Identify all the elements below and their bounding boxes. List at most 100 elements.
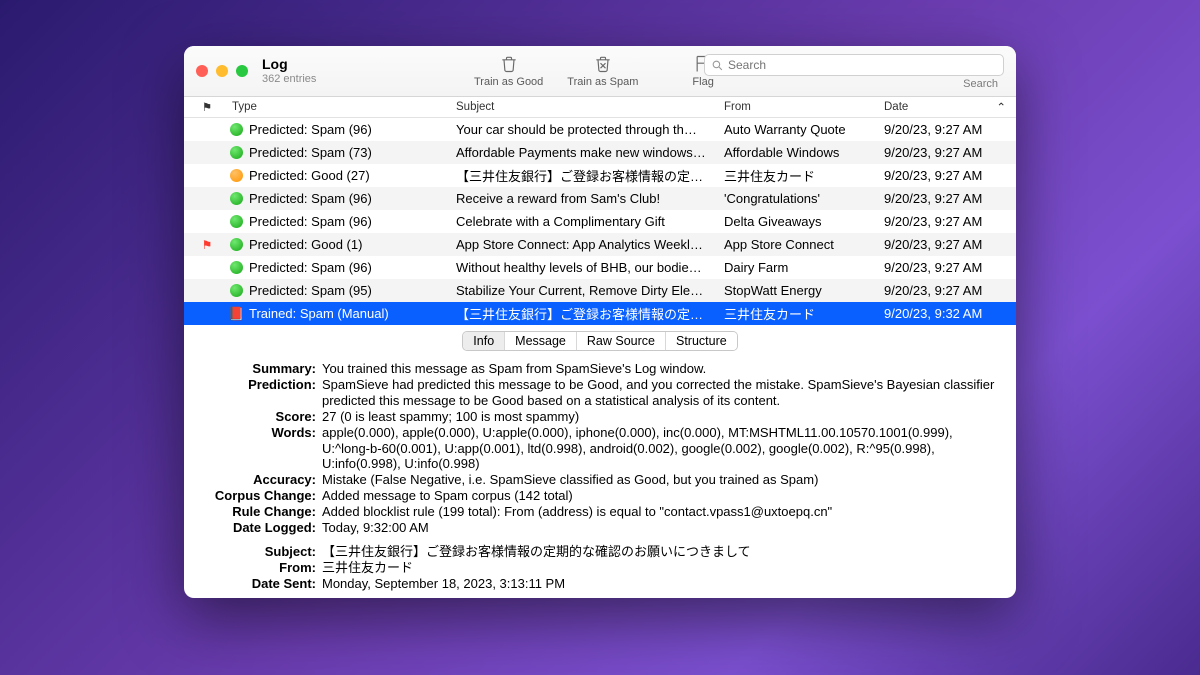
status-dot-green: [230, 261, 243, 274]
type-text: Predicted: Spam (95): [249, 283, 372, 298]
window-title: Log: [262, 57, 316, 72]
cell-subject: Stabilize Your Current, Remove Dirty Ele…: [456, 283, 724, 298]
detail-label: Rule Change:: [194, 504, 316, 520]
minimize-button[interactable]: [216, 65, 228, 77]
type-text: Predicted: Spam (96): [249, 191, 372, 206]
close-button[interactable]: [196, 65, 208, 77]
status-dot-green: [230, 146, 243, 159]
header-date-label: Date: [884, 101, 908, 113]
detail-label: Summary:: [194, 361, 316, 377]
sort-indicator-icon: ⌃: [996, 100, 1006, 114]
segmented-control: Info Message Raw Source Structure: [184, 325, 1016, 357]
cell-subject: 【三井住友銀行】ご登録お客様情報の定…: [456, 166, 724, 185]
type-text: Predicted: Good (27): [249, 168, 370, 183]
search-icon: [711, 59, 724, 72]
detail-value: Added blocklist rule (199 total): From (…: [322, 504, 998, 520]
header-type[interactable]: Type: [230, 101, 456, 113]
status-dot-green: [230, 123, 243, 136]
cell-subject: Celebrate with a Complimentary Gift: [456, 214, 724, 229]
detail-row: From: 三井住友カード: [194, 560, 998, 576]
table-row[interactable]: Predicted: Spam (96)Without healthy leve…: [184, 256, 1016, 279]
table-row[interactable]: Predicted: Good (27) 【三井住友銀行】ご登録お客様情報の定…三…: [184, 164, 1016, 187]
status-dot-green: [230, 284, 243, 297]
cell-from: 'Congratulations': [724, 191, 884, 206]
cell-type: 📕Trained: Spam (Manual): [230, 306, 456, 321]
cell-date: 9/20/23, 9:27 AM: [884, 191, 1016, 206]
table-row[interactable]: Predicted: Spam (95) Stabilize Your Curre…: [184, 279, 1016, 302]
cell-date: 9/20/23, 9:27 AM: [884, 283, 1016, 298]
detail-label: Date Sent:: [194, 576, 316, 592]
detail-value: Today, 9:32:00 AM: [322, 520, 998, 536]
cell-subject: Affordable Payments make new windows…: [456, 145, 724, 160]
header-date[interactable]: Date ⌃: [884, 100, 1016, 114]
train-good-button[interactable]: Train as Good: [474, 54, 543, 88]
table-row[interactable]: ⚑ Predicted: Good (1) App Store Connect: A…: [184, 233, 1016, 256]
trash-spam-icon: [593, 54, 613, 74]
cell-type: Predicted: Spam (96): [230, 214, 456, 229]
cell-from: StopWatt Energy: [724, 283, 884, 298]
tab-structure[interactable]: Structure: [666, 332, 737, 350]
type-text: Predicted: Spam (96): [249, 214, 372, 229]
maximize-button[interactable]: [236, 65, 248, 77]
cell-date: 9/20/23, 9:27 AM: [884, 214, 1016, 229]
tab-raw-source[interactable]: Raw Source: [577, 332, 666, 350]
detail-value: Added message to Spam corpus (142 total): [322, 488, 998, 504]
table-row[interactable]: Predicted: Spam (96) Receive a reward fro…: [184, 187, 1016, 210]
train-spam-button[interactable]: Train as Spam: [567, 54, 638, 88]
status-dot-orange: [230, 169, 243, 182]
type-text: Predicted: Good (1): [249, 237, 362, 252]
detail-row: Corpus Change: Added message to Spam corp…: [194, 488, 998, 504]
cell-from: Delta Giveaways: [724, 214, 884, 229]
type-text: Predicted: Spam (96): [249, 122, 372, 137]
detail-label: Corpus Change:: [194, 488, 316, 504]
cell-date: 9/20/23, 9:27 AM: [884, 145, 1016, 160]
detail-value: apple(0.000), apple(0.000), U:apple(0.00…: [322, 425, 998, 473]
tab-info[interactable]: Info: [463, 332, 505, 350]
titlebar: Log 362 entries Train as Good Train as S…: [184, 46, 1016, 97]
cell-subject: Receive a reward from Sam's Club!: [456, 191, 724, 206]
cell-date: 9/20/23, 9:27 AM: [884, 122, 1016, 137]
cell-from: 三井住友カード: [724, 304, 884, 323]
detail-label: Score:: [194, 409, 316, 425]
cell-from: 三井住友カード: [724, 166, 884, 185]
window-subtitle: 362 entries: [262, 73, 316, 85]
title-block: Log 362 entries: [262, 57, 316, 84]
status-dot-green: [230, 215, 243, 228]
table-row[interactable]: Predicted: Spam (73)Affordable Payments …: [184, 141, 1016, 164]
detail-row: Summary:You trained this message as Spam…: [194, 361, 998, 377]
cell-from: Affordable Windows: [724, 145, 884, 160]
log-table: Predicted: Spam (96)Your car should be p…: [184, 118, 1016, 325]
cell-date: 9/20/23, 9:32 AM: [884, 306, 1016, 321]
table-row[interactable]: Predicted: Spam (96) Celebrate with a Com…: [184, 210, 1016, 233]
table-row[interactable]: 📕Trained: Spam (Manual)【三井住友銀行】ご登録お客様情報の…: [184, 302, 1016, 325]
detail-label: From:: [194, 560, 316, 576]
trash-good-icon: [499, 54, 519, 74]
search-box[interactable]: [704, 54, 1004, 76]
detail-row: Words:apple(0.000), apple(0.000), U:appl…: [194, 425, 998, 473]
detail-label: Date Logged:: [194, 520, 316, 536]
cell-type: Predicted: Spam (73): [230, 145, 456, 160]
detail-value: 三井住友カード: [322, 560, 998, 576]
table-row[interactable]: Predicted: Spam (96)Your car should be p…: [184, 118, 1016, 141]
cell-date: 9/20/23, 9:27 AM: [884, 260, 1016, 275]
cell-flag: ⚑: [184, 238, 230, 252]
column-headers: ⚑ Type Subject From Date ⌃: [184, 97, 1016, 119]
detail-value: SpamSieve had predicted this message to …: [322, 377, 998, 409]
cell-type: Predicted: Spam (95): [230, 283, 456, 298]
search-input[interactable]: [728, 58, 997, 72]
cell-subject: App Store Connect: App Analytics Weekl…: [456, 237, 724, 252]
cell-type: Predicted: Spam (96): [230, 122, 456, 137]
detail-value: Mistake (False Negative, i.e. SpamSieve …: [322, 472, 998, 488]
header-from[interactable]: From: [724, 101, 884, 113]
tab-message[interactable]: Message: [505, 332, 577, 350]
header-flag[interactable]: ⚑: [184, 100, 230, 114]
header-subject[interactable]: Subject: [456, 101, 724, 113]
status-dot-green: [230, 192, 243, 205]
cell-from: App Store Connect: [724, 237, 884, 252]
cell-subject: Without healthy levels of BHB, our bodie…: [456, 260, 724, 275]
trained-book-icon: 📕: [230, 307, 243, 320]
red-flag-icon: ⚑: [202, 238, 213, 252]
cell-from: Dairy Farm: [724, 260, 884, 275]
detail-row: Prediction:SpamSieve had predicted this …: [194, 377, 998, 409]
detail-row: Date Logged: Today, 9:32:00 AM: [194, 520, 998, 536]
